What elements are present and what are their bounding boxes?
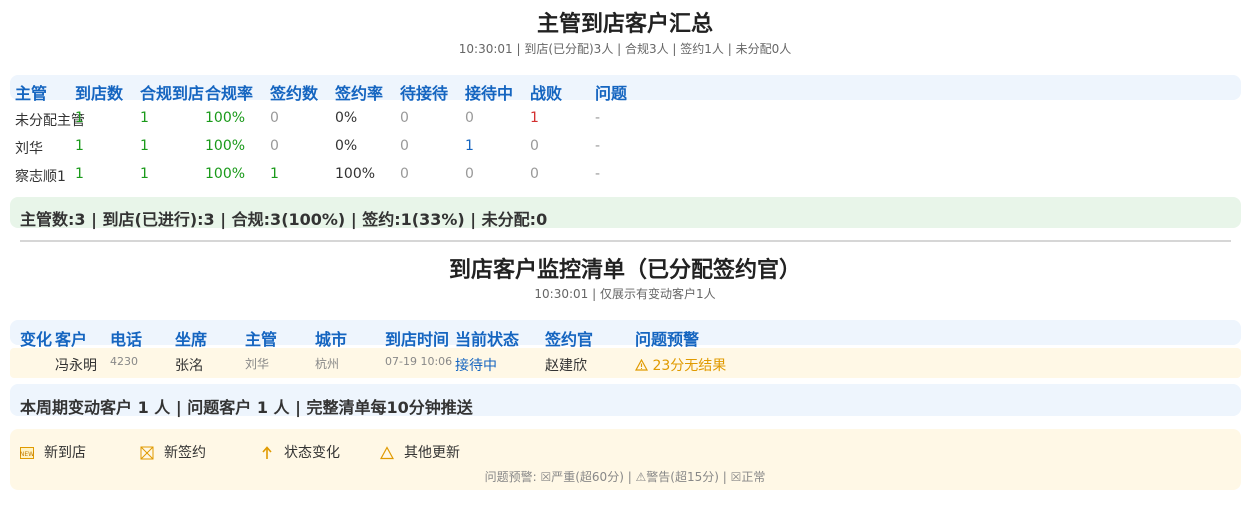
city-name: 杭州: [315, 357, 340, 371]
svg-text:NEW: NEW: [20, 451, 34, 458]
lost-count: 0: [530, 166, 539, 182]
sign-rate: 0%: [335, 110, 358, 126]
monitor-title: 到店客户监控清单（已分配签约官）: [448, 258, 801, 283]
legend-status-change: 状态变化: [260, 442, 340, 462]
compliance-rate: 100%: [205, 110, 246, 126]
waiting-count: 0: [400, 166, 409, 182]
customer-name: 冯永明: [55, 358, 97, 374]
compliance-rate: 100%: [205, 166, 246, 182]
compliance-rate: 100%: [205, 138, 246, 154]
legend-new-sign: 新签约: [140, 442, 206, 462]
signed-count: 0: [270, 138, 279, 154]
arrive-count: 1: [75, 138, 84, 154]
lost-count: 0: [530, 138, 539, 154]
col-header-manager: 主管: [245, 330, 278, 349]
waiting-count: 0: [400, 110, 409, 126]
signed-count: 0: [270, 110, 279, 126]
warning-text: 23分无结果: [652, 358, 727, 374]
col-header-compliant: 合规到店: [140, 84, 205, 103]
summary-subtitle: 10:30:01 | 到店(已分配)3人 | 合规3人 | 签约1人 | 未分配…: [458, 42, 792, 56]
col-header-lost: 战败: [530, 84, 563, 103]
agent-name: 张洺: [175, 358, 203, 374]
manager-name: 刘华: [245, 357, 270, 371]
col-header-status: 当前状态: [455, 330, 520, 349]
signed-count: 1: [270, 166, 279, 182]
col-header-phone: 电话: [110, 330, 143, 349]
legend-note: 问题预警: ☒严重(超60分) | ⚠警告(超15分) | ☒正常: [484, 470, 766, 484]
monitor-footer: 本周期变动客户 1 人 | 问题客户 1 人 | 完整清单每10分钟推送: [20, 398, 473, 417]
receiving-count: 0: [465, 166, 474, 182]
sign-icon: [140, 446, 154, 460]
col-header-city: 城市: [315, 330, 348, 349]
status-badge: 接待中: [455, 358, 497, 374]
warning-icon: [634, 358, 652, 374]
legend-other-update: 其他更新: [379, 442, 460, 462]
section-divider: [20, 240, 1231, 242]
issue-value: -: [595, 110, 601, 126]
col-header-customer: 客户: [55, 330, 88, 349]
col-header-issue: 问题: [595, 84, 628, 103]
waiting-count: 0: [400, 138, 409, 154]
arrive-count: 1: [75, 110, 84, 126]
col-header-sign-rate: 签约率: [335, 84, 384, 103]
new-icon: NEW: [20, 446, 34, 460]
col-header-change: 变化: [20, 330, 53, 349]
compliant-count: 1: [140, 166, 149, 182]
manager-name: 察志顺1: [15, 169, 66, 185]
col-header-officer: 签约官: [545, 330, 594, 349]
col-header-waiting: 待接待: [400, 84, 449, 103]
legend-new-arrival: NEW 新到店: [20, 445, 86, 461]
arrival-time: 07-19 10:06: [385, 355, 453, 368]
arrive-count: 1: [75, 166, 84, 182]
summary-title: 主管到店客户汇总: [536, 12, 713, 37]
warning-cell: 23分无结果: [634, 355, 727, 375]
col-header-agent: 坐席: [175, 330, 208, 349]
monitor-subtitle: 10:30:01 | 仅展示有变动客户1人: [534, 287, 716, 301]
col-header-rate: 合规率: [205, 84, 254, 103]
arrow-up-icon: [260, 446, 274, 460]
receiving-count: 0: [465, 110, 474, 126]
phone-value: 4230: [110, 355, 138, 368]
compliant-count: 1: [140, 138, 149, 154]
col-header-arrival-time: 到店时间: [385, 330, 450, 349]
officer-name: 赵建欣: [545, 358, 587, 374]
lost-count: 1: [530, 110, 539, 126]
manager-name: 刘华: [15, 141, 43, 157]
table-row[interactable]: 冯永明 4230 张洺 刘华 杭州 07-19 10:06 接待中 赵建欣 23…: [10, 348, 1241, 378]
summary-totals: 主管数:3 | 到店(已进行):3 | 合规:3(100%) | 签约:1(33…: [20, 210, 548, 229]
receiving-count: 1: [465, 138, 474, 154]
issue-value: -: [595, 138, 601, 154]
col-header-arrive: 到店数: [75, 84, 124, 103]
col-header-warning: 问题预警: [635, 330, 700, 349]
col-header-signed: 签约数: [270, 84, 319, 103]
issue-value: -: [595, 166, 601, 182]
compliant-count: 1: [140, 110, 149, 126]
col-header-manager: 主管: [15, 84, 48, 103]
col-header-receiving: 接待中: [465, 84, 514, 103]
sign-rate: 100%: [335, 166, 376, 182]
sign-rate: 0%: [335, 138, 358, 154]
triangle-icon: [379, 446, 395, 460]
